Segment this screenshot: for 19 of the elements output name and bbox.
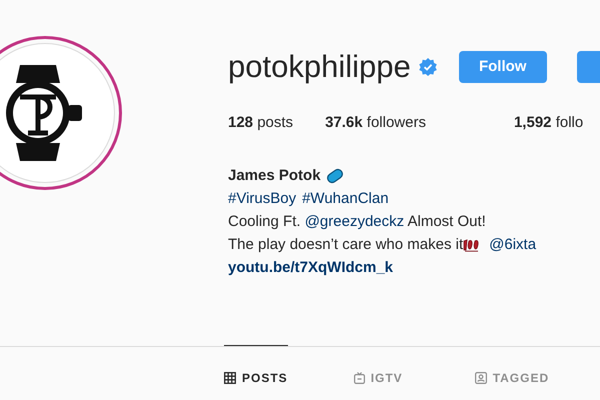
grid-icon <box>224 372 236 384</box>
mention-link[interactable]: @greezydeckz <box>304 210 404 233</box>
watch-logo-icon <box>6 63 84 163</box>
mention-link[interactable]: @6ixta <box>489 233 536 256</box>
person-tag-icon <box>474 372 487 384</box>
profile-stat: 128 posts <box>228 113 294 133</box>
bio-text: The play doesn’t care who makes it <box>228 235 464 255</box>
profile-stat[interactable]: 1,592 follo <box>514 112 584 134</box>
profile-tab[interactable]: POSTS <box>224 345 288 400</box>
hashtag-link[interactable]: #VirusBoy <box>228 187 296 210</box>
hundred-emoji-icon <box>463 238 482 252</box>
hashtag-link[interactable]: #WuhanClan <box>302 187 389 210</box>
website-link[interactable]: youtu.be/t7XqWIdcm_k <box>228 256 600 279</box>
profile-stat[interactable]: 37.6k followers <box>325 112 426 134</box>
full-name: James Potok <box>228 166 321 186</box>
tv-icon <box>354 372 365 384</box>
username: potokphilippe <box>228 48 411 86</box>
bio-text: Almost Out! <box>406 212 486 232</box>
bio-text: Cooling Ft. <box>228 212 302 232</box>
